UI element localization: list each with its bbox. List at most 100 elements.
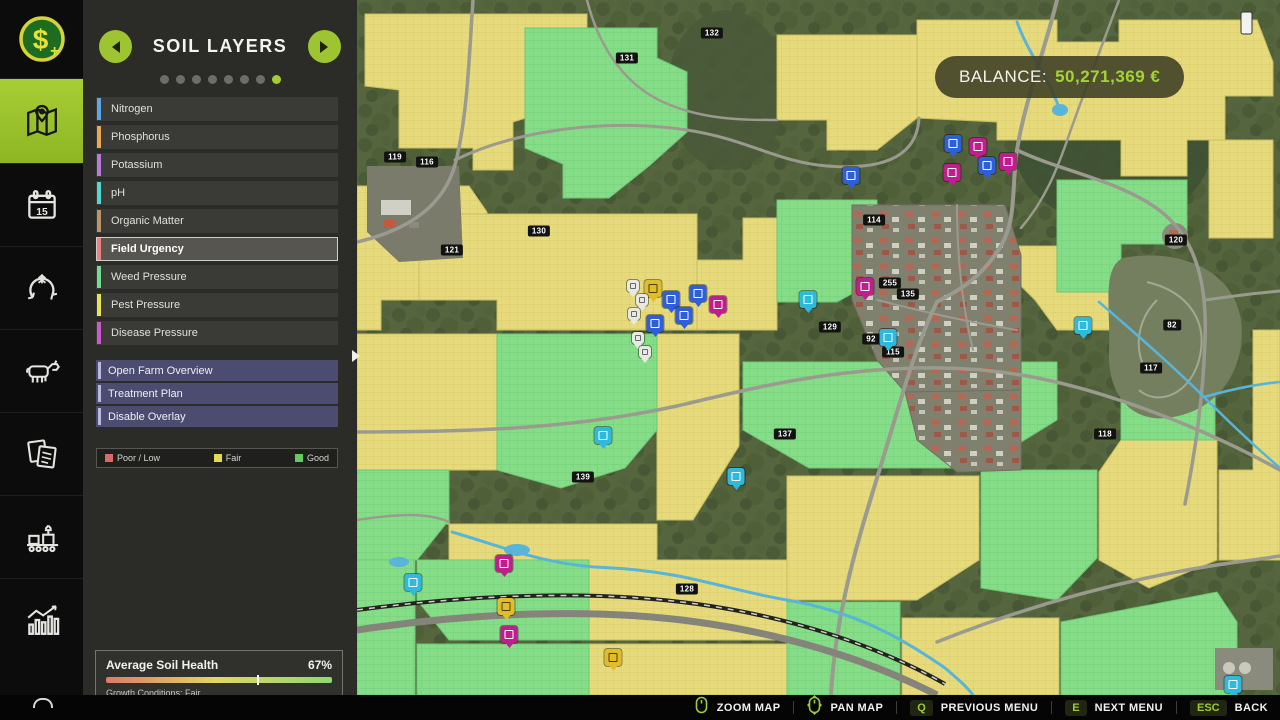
page-dots (83, 75, 357, 84)
panel-action-button[interactable]: Disable Overlay (96, 406, 338, 427)
sidebar-item-animals[interactable] (0, 329, 83, 412)
vehicle-marker[interactable] (627, 280, 639, 292)
soil-layer-item[interactable]: Phosphorus (96, 125, 338, 149)
soil-layer-item[interactable]: Nitrogen (96, 97, 338, 121)
sidebar-item-calendar[interactable]: 15 (0, 163, 83, 246)
layer-label: Organic Matter (111, 215, 184, 227)
sidebar-item-map[interactable] (0, 78, 83, 163)
action-label: Disable Overlay (108, 411, 186, 423)
keybind-bar: ZOOM MAPPAN MAPQPREVIOUS MENUENEXT MENUE… (0, 695, 1280, 720)
layer-label: Potassium (111, 159, 162, 171)
soil-health-title: Average Soil Health (106, 658, 218, 672)
page-dot[interactable] (176, 75, 185, 84)
next-layer-page-button[interactable] (308, 30, 341, 63)
sidebar-item-statistics[interactable] (0, 578, 83, 661)
layer-color-bar (97, 266, 101, 288)
soil-layer-item[interactable]: Field Urgency (96, 237, 338, 261)
sidebar-item-production[interactable] (0, 495, 83, 578)
sell-point-marker[interactable] (496, 555, 513, 572)
sidebar-item-finances[interactable]: $ + (0, 0, 83, 78)
soil-layer-item[interactable]: pH (96, 181, 338, 205)
calendar-icon: 15 (19, 182, 65, 228)
prev-layer-page-button[interactable] (99, 30, 132, 63)
fuel-station-marker[interactable] (498, 598, 515, 615)
action-accent-bar (98, 408, 101, 425)
vehicle-dealer-marker[interactable] (843, 167, 860, 184)
soil-health-value: 67% (308, 658, 332, 672)
production-marker[interactable] (944, 164, 961, 181)
field-number-badge: 119 (384, 152, 406, 163)
keybind-item-back: ESC BACK (1190, 700, 1268, 716)
garage-marker[interactable] (979, 157, 996, 174)
map-view[interactable]: 1321311191161301211142551351299211512082… (357, 0, 1280, 695)
fuel-station-marker[interactable] (605, 649, 622, 666)
page-dot[interactable] (224, 75, 233, 84)
vehicle-marker[interactable] (632, 332, 644, 344)
mouse-pan-icon (807, 695, 822, 720)
production-marker[interactable] (1000, 153, 1017, 170)
field-number-badge: 121 (441, 245, 463, 256)
water-station-marker[interactable] (1225, 676, 1242, 693)
page-dot[interactable] (208, 75, 217, 84)
field-number-badge: 255 (879, 278, 901, 289)
page-dot[interactable] (192, 75, 201, 84)
sidebar-item-crop-rotation[interactable] (0, 246, 83, 329)
action-accent-bar (98, 362, 101, 379)
page-dot[interactable] (272, 75, 281, 84)
production-marker[interactable] (970, 138, 987, 155)
vehicle-marker[interactable] (628, 308, 640, 320)
game-screen: 1321311191161301211142551351299211512082… (0, 0, 1280, 720)
water-station-marker[interactable] (728, 468, 745, 485)
panel-expand-arrow[interactable] (352, 350, 366, 362)
sell-point-marker[interactable] (710, 296, 727, 313)
water-station-marker[interactable] (800, 291, 817, 308)
key-badge: Q (910, 700, 933, 716)
layer-color-bar (97, 322, 101, 344)
vehicle-marker[interactable] (639, 346, 651, 358)
soil-layer-item[interactable]: Weed Pressure (96, 265, 338, 289)
layer-label: Phosphorus (111, 131, 170, 143)
keybind-separator (1051, 701, 1052, 714)
sell-point-marker[interactable] (857, 278, 874, 295)
field-number-badge: 131 (616, 53, 638, 64)
keybind-label: BACK (1235, 702, 1268, 714)
soil-layer-list: Nitrogen Phosphorus Potassium pH Organic Mat… (83, 97, 357, 345)
field-number-badge: 114 (863, 215, 885, 226)
keybind-label: NEXT MENU (1095, 702, 1163, 714)
keybind-label: PREVIOUS MENU (941, 702, 1039, 714)
soil-layer-item[interactable]: Organic Matter (96, 209, 338, 233)
keybind-separator (793, 701, 794, 714)
soil-layer-item[interactable]: Pest Pressure (96, 293, 338, 317)
legend-swatch (214, 454, 222, 462)
vehicle-dealer-marker[interactable] (690, 285, 707, 302)
action-label: Open Farm Overview (108, 365, 213, 377)
map-overlay: 1321311191161301211142551351299211512082… (357, 0, 1280, 695)
water-station-marker[interactable] (1075, 317, 1092, 334)
page-dot[interactable] (160, 75, 169, 84)
field-number-badge: 116 (416, 157, 438, 168)
farm-building-marker[interactable] (663, 291, 680, 308)
silo-marker[interactable] (647, 315, 664, 332)
water-station-marker[interactable] (595, 427, 612, 444)
machine-shed-marker[interactable] (676, 307, 693, 324)
panel-action-button[interactable]: Open Farm Overview (96, 360, 338, 381)
soil-health-bar (106, 677, 332, 683)
water-station-marker[interactable] (405, 574, 422, 591)
panel-action-button[interactable]: Treatment Plan (96, 383, 338, 404)
key-badge: ESC (1190, 700, 1227, 716)
panel-actions: Open Farm Overview Treatment Plan Disable … (83, 360, 357, 427)
water-station-marker[interactable] (880, 329, 897, 346)
sidebar-item-contracts[interactable] (0, 412, 83, 495)
layer-color-bar (97, 154, 101, 176)
field-number-badge: 132 (701, 28, 723, 39)
soil-layer-item[interactable]: Potassium (96, 153, 338, 177)
keybind-item-pan-map: PAN MAP (807, 695, 883, 720)
legend-swatch (295, 454, 303, 462)
action-label: Treatment Plan (108, 388, 183, 400)
page-dot[interactable] (256, 75, 265, 84)
vehicle-marker[interactable] (636, 294, 648, 306)
shop-marker[interactable] (945, 135, 962, 152)
soil-layer-item[interactable]: Disease Pressure (96, 321, 338, 345)
page-dot[interactable] (240, 75, 249, 84)
production-marker[interactable] (501, 626, 518, 643)
